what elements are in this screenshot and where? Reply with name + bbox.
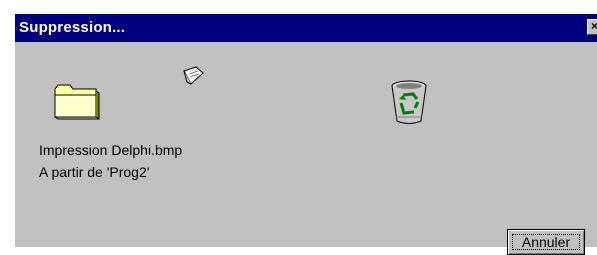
dialog-title: Suppression... [19,19,126,36]
folder-icon [52,81,102,128]
close-icon: × [591,20,597,33]
close-button[interactable]: × [587,19,597,35]
file-name-text: Impression Delphi.bmp [39,142,183,158]
source-folder-text: A partir de 'Prog2' [39,164,150,180]
cancel-button[interactable]: Annuler [507,229,585,255]
title-bar[interactable]: Suppression... × [15,14,597,42]
paper-document-icon [181,65,207,94]
cancel-button-label: Annuler [512,234,580,250]
recycle-bin-icon [387,77,433,132]
delete-progress-dialog: Suppression... × [15,14,597,255]
